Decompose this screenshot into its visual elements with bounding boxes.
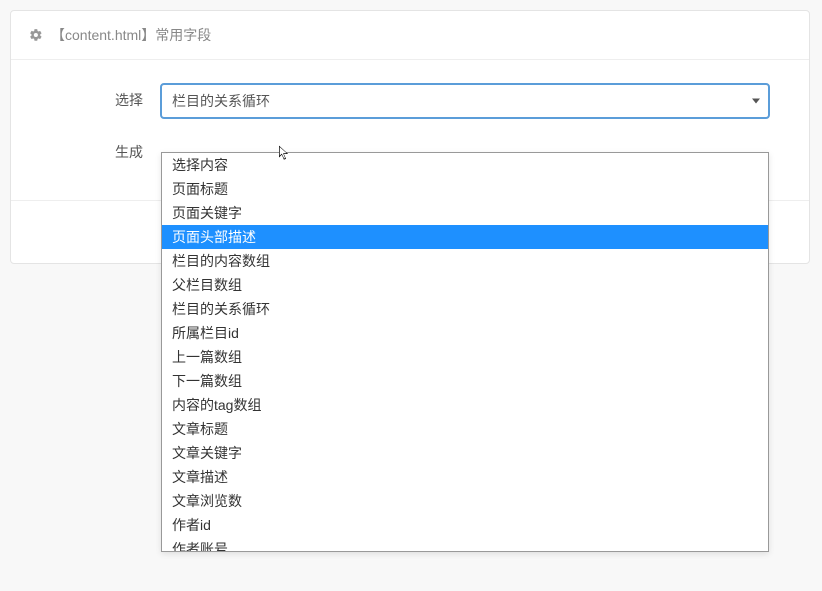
panel-header: 【content.html】常用字段 — [11, 11, 809, 60]
dropdown-option[interactable]: 文章描述 — [162, 465, 768, 489]
dropdown-option[interactable]: 父栏目数组 — [162, 273, 768, 297]
dropdown-option[interactable]: 页面标题 — [162, 177, 768, 201]
dropdown-option[interactable]: 所属栏目id — [162, 321, 768, 345]
panel-body: 选择 栏目的关系循环 选择内容页面标题页面关键字页面头部描述栏目的内容数组父栏目… — [11, 60, 809, 200]
gear-icon — [29, 28, 43, 42]
dropdown-option[interactable]: 上一篇数组 — [162, 345, 768, 369]
dropdown-option[interactable]: 页面头部描述 — [162, 225, 768, 249]
generate-label: 生成 — [51, 136, 161, 162]
dropdown-option[interactable]: 作者账号 — [162, 537, 768, 552]
select-dropdown[interactable]: 选择内容页面标题页面关键字页面头部描述栏目的内容数组父栏目数组栏目的关系循环所属… — [161, 152, 769, 552]
dropdown-option[interactable]: 作者id — [162, 513, 768, 537]
dropdown-option[interactable]: 文章关键字 — [162, 441, 768, 465]
select-wrap: 栏目的关系循环 选择内容页面标题页面关键字页面头部描述栏目的内容数组父栏目数组栏… — [161, 84, 769, 118]
panel: 【content.html】常用字段 选择 栏目的关系循环 选择内容页面标题页面… — [10, 10, 810, 264]
dropdown-option[interactable]: 页面关键字 — [162, 201, 768, 225]
chevron-down-icon — [752, 99, 760, 104]
dropdown-option[interactable]: 下一篇数组 — [162, 369, 768, 393]
dropdown-option[interactable]: 栏目的内容数组 — [162, 249, 768, 273]
dropdown-option[interactable]: 选择内容 — [162, 153, 768, 177]
dropdown-option[interactable]: 文章浏览数 — [162, 489, 768, 513]
select-value: 栏目的关系循环 — [172, 91, 270, 111]
dropdown-option[interactable]: 文章标题 — [162, 417, 768, 441]
dropdown-option[interactable]: 栏目的关系循环 — [162, 297, 768, 321]
select-input[interactable]: 栏目的关系循环 — [161, 84, 769, 118]
page-title: 【content.html】常用字段 — [51, 25, 211, 45]
select-row: 选择 栏目的关系循环 选择内容页面标题页面关键字页面头部描述栏目的内容数组父栏目… — [51, 84, 769, 118]
select-label: 选择 — [51, 84, 161, 110]
dropdown-option[interactable]: 内容的tag数组 — [162, 393, 768, 417]
